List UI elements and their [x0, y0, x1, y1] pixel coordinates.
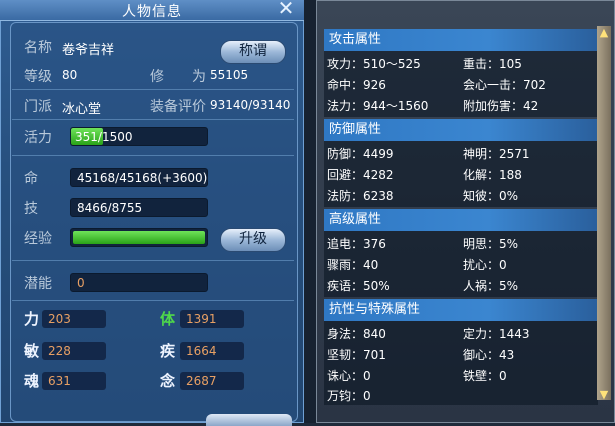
attr-divinity: 神明：2571	[463, 147, 530, 161]
window-title: 人物信息	[122, 4, 182, 20]
attr-human-calamity: 人祸：5%	[463, 279, 519, 293]
attr-evasion: 回避：4282	[327, 168, 394, 182]
attr-crit: 会心一击：702	[463, 78, 546, 92]
attr-swift-speech: 疾语：50%	[327, 279, 390, 293]
exp-bar	[70, 228, 208, 247]
advanced-section: 追电：376 明思：5% 骤雨：40 扰心：0 疾语：50% 人祸：5%	[324, 231, 598, 297]
scroll-down-icon[interactable]: ▼	[598, 389, 610, 401]
stat-label-agility: 敏	[24, 342, 40, 360]
attr-accuracy: 命中：926	[327, 78, 386, 92]
sect-value: 冰心堂	[62, 102, 102, 117]
stat-label-mind: 念	[160, 372, 176, 390]
stat-label-constitution: 体	[160, 310, 176, 328]
attr-dissolve: 化解：188	[463, 168, 522, 182]
attr-storm: 骤雨：40	[327, 258, 379, 272]
hp-value: 45168/45168(+3600)	[70, 168, 208, 187]
vigor-value: 351/1500	[75, 130, 133, 144]
potential-label: 潜能	[24, 276, 52, 292]
attr-bonus-damage: 附加伤害：42	[463, 99, 539, 113]
potential-value: 0	[70, 273, 208, 292]
cultivation-value: 55105	[210, 68, 249, 82]
vigor-bar: 351/1500	[70, 127, 208, 146]
cultivation-label: 修 为	[150, 69, 206, 85]
stat-value-speed: 1664	[180, 342, 244, 360]
bottom-tab-button[interactable]	[206, 414, 292, 426]
resist-section: 身法：840 定力：1443 坚韧：701 御心：43 诛心：0 铁壁：0 万钧…	[324, 321, 598, 405]
skill-label: 技	[24, 201, 38, 217]
stat-label-spirit: 魂	[24, 372, 40, 390]
title-button[interactable]: 称谓	[220, 40, 286, 64]
level-label: 等级	[24, 69, 52, 85]
attr-composure: 定力：1443	[463, 327, 530, 341]
defense-section: 防御：4499 神明：2571 回避：4282 化解：188 法防：6238 知…	[324, 141, 598, 207]
exp-bar-fill	[73, 231, 205, 244]
attr-heart-pierce: 诛心：0	[327, 369, 371, 383]
window-titlebar[interactable]: 人物信息	[0, 0, 304, 21]
advanced-section-header: 高级属性	[324, 209, 598, 231]
sect-label: 门派	[24, 99, 52, 115]
vigor-label: 活力	[24, 130, 52, 146]
divider	[12, 89, 294, 90]
level-value: 80	[62, 68, 78, 82]
divider	[12, 300, 294, 301]
stat-value-spirit: 631	[42, 372, 106, 390]
attr-chase-lightning: 追电：376	[327, 237, 386, 251]
exp-label: 经验	[24, 231, 52, 247]
attr-defense: 防御：4499	[327, 147, 394, 161]
stat-label-strength: 力	[24, 310, 40, 328]
attr-clarity: 明思：5%	[463, 237, 519, 251]
resist-section-header: 抗性与特殊属性	[324, 299, 598, 321]
attr-magic-power: 法力：944～1560	[327, 99, 429, 113]
attr-heavy-weight: 万钧：0	[327, 389, 371, 403]
character-name: 卷爷吉祥	[62, 43, 115, 58]
character-info-panel: 人物信息 ✕ 名称 卷爷吉祥 称谓 等级 80 修 为 55105 门派 冰心堂…	[0, 0, 304, 426]
attack-section: 攻力：510～525 重击：105 命中：926 会心一击：702 法力：944…	[324, 51, 598, 117]
stat-label-speed: 疾	[160, 342, 176, 360]
attr-toughness: 坚韧：701	[327, 348, 386, 362]
attr-mind-guard: 御心：43	[463, 348, 515, 362]
hp-label: 命	[24, 171, 38, 187]
scroll-up-icon[interactable]: ▲	[598, 27, 610, 39]
stat-value-agility: 228	[42, 342, 106, 360]
attr-magic-defense: 法防：6238	[327, 189, 394, 203]
upgrade-button[interactable]: 升级	[220, 228, 286, 252]
stat-value-constitution: 1391	[180, 310, 244, 328]
name-label: 名称	[24, 40, 52, 56]
attr-agility-body: 身法：840	[327, 327, 386, 341]
attack-section-header: 攻击属性	[324, 29, 598, 51]
attr-disturb: 扰心：0	[463, 258, 507, 272]
defense-section-header: 防御属性	[324, 119, 598, 141]
attr-attack-power: 攻力：510～525	[327, 57, 421, 71]
attr-iron-wall: 铁壁：0	[463, 369, 507, 383]
divider	[12, 119, 294, 120]
gear-score-value: 93140/93140	[210, 98, 291, 112]
divider	[12, 155, 294, 156]
stat-value-strength: 203	[42, 310, 106, 328]
gear-score-label: 装备评价	[150, 99, 206, 115]
divider	[12, 260, 294, 261]
scrollbar[interactable]	[597, 26, 611, 400]
close-icon[interactable]: ✕	[276, 0, 296, 18]
attr-insight: 知彼：0%	[463, 189, 519, 203]
attributes-panel: 攻击属性 攻力：510～525 重击：105 命中：926 会心一击：702 法…	[316, 0, 615, 423]
skill-value: 8466/8755	[70, 198, 208, 217]
panel-gap	[304, 0, 316, 423]
attr-heavy-strike: 重击：105	[463, 57, 522, 71]
stat-value-mind: 2687	[180, 372, 244, 390]
